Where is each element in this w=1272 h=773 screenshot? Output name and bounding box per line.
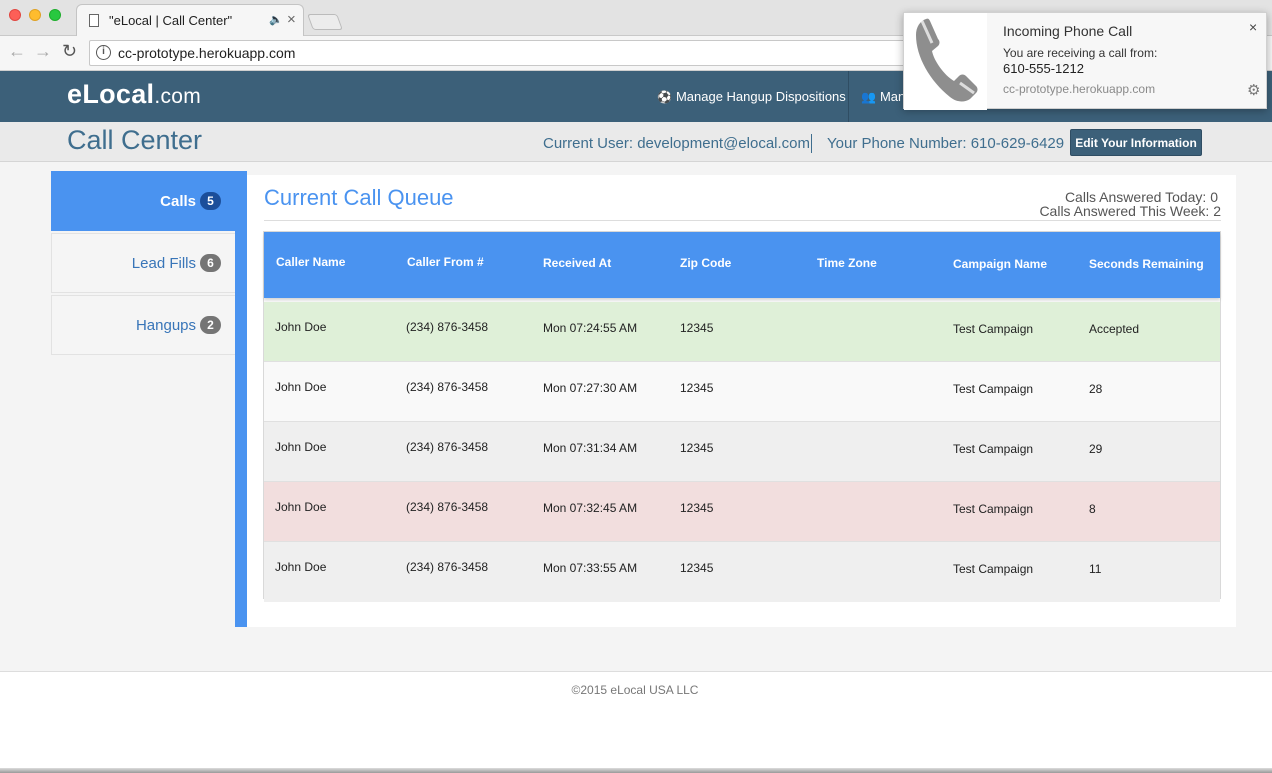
tab-close-icon[interactable]: ×: [287, 11, 296, 28]
logo-suffix: .com: [154, 85, 202, 108]
url-text[interactable]: cc-prototype.herokuapp.com: [118, 45, 295, 61]
back-arrow-icon[interactable]: ←: [8, 41, 26, 62]
sidebar-item-label: Hangups: [135, 316, 196, 334]
column-header: Seconds Remaining: [1089, 257, 1204, 271]
browser-tab[interactable]: "eLocal | Call Center" 🔈 ×: [76, 4, 304, 36]
received-at: Mon 07:32:45 AM: [543, 501, 638, 515]
speaker-icon[interactable]: 🔈: [269, 13, 283, 26]
close-window-button[interactable]: [9, 9, 21, 21]
sidebar-item-label: Calls: [160, 192, 196, 210]
active-tab-indicator: [235, 171, 247, 627]
table-header: Caller Name Caller From # Received At Zi…: [264, 232, 1220, 298]
address-bar[interactable]: i cc-prototype.herokuapp.com: [89, 40, 929, 66]
campaign-name: Test Campaign: [953, 562, 1034, 576]
column-header: Caller From #: [407, 255, 484, 269]
seconds-remaining: 8: [1089, 502, 1096, 516]
sidebar-item-calls[interactable]: Calls 5: [51, 171, 236, 231]
column-header: Zip Code: [680, 256, 732, 270]
soccer-ball-icon: ⚽: [657, 89, 672, 104]
nav-label: Manage Hangup Dispositions: [675, 89, 846, 104]
received-at: Mon 07:33:55 AM: [543, 561, 638, 575]
caller-name: John Doe: [275, 440, 327, 454]
table-row[interactable]: John Doe (234) 876-3458 Mon 07:27:30 AM …: [264, 362, 1220, 422]
table-row[interactable]: John Doe (234) 876-3458 Mon 07:24:55 AM …: [264, 302, 1220, 362]
zip-code: 12345: [680, 501, 714, 515]
received-at: Mon 07:31:34 AM: [543, 441, 638, 455]
sidebar-item-label: Lead Fills: [131, 254, 196, 272]
zip-code: 12345: [680, 381, 714, 395]
close-icon[interactable]: ×: [1249, 19, 1257, 35]
call-queue-table: Caller Name Caller From # Received At Zi…: [263, 231, 1221, 602]
caller-from: (234) 876-3458: [406, 440, 489, 454]
column-header: Received At: [543, 256, 612, 270]
campaign-name: Test Campaign: [953, 442, 1034, 456]
page-icon: [89, 14, 99, 27]
current-user: Current User: development@elocal.com: [543, 135, 811, 152]
page-title: Call Center: [67, 125, 203, 155]
caller-name: John Doe: [275, 560, 327, 574]
tab-title: "eLocal | Call Center": [109, 13, 233, 28]
zip-code: 12345: [680, 441, 714, 455]
count-badge: 2: [200, 316, 221, 334]
nav-manage-hangup-dispositions[interactable]: ⚽ Manage Hangup Dispositions: [645, 71, 847, 122]
caller-name: John Doe: [275, 500, 327, 514]
notification-body: You are receiving a call from:: [1003, 46, 1158, 60]
column-header: Time Zone: [817, 256, 877, 270]
calls-answered-week: Calls Answered This Week: 2: [1039, 203, 1221, 219]
count-badge: 6: [200, 254, 221, 272]
edit-information-button[interactable]: Edit Your Information: [1070, 129, 1202, 156]
caller-from: (234) 876-3458: [406, 380, 489, 394]
zip-code: 12345: [680, 321, 714, 335]
zip-code: 12345: [680, 561, 714, 575]
column-header: Campaign Name: [953, 257, 1048, 271]
count-badge: 5: [200, 192, 221, 210]
notification-origin: cc-prototype.herokuapp.com: [1003, 82, 1156, 96]
table-row[interactable]: John Doe (234) 876-3458 Mon 07:32:45 AM …: [264, 482, 1220, 542]
table-row[interactable]: John Doe (234) 876-3458 Mon 07:33:55 AM …: [264, 542, 1220, 602]
seconds-remaining: 11: [1089, 562, 1102, 576]
campaign-name: Test Campaign: [953, 322, 1034, 336]
incoming-phone-number: 610-555-1212: [1003, 61, 1084, 76]
incoming-call-notification[interactable]: Incoming Phone Call You are receiving a …: [903, 12, 1267, 110]
received-at: Mon 07:24:55 AM: [543, 321, 638, 335]
info-icon[interactable]: i: [96, 45, 111, 60]
reload-icon[interactable]: ↻: [62, 41, 77, 62]
column-header: Caller Name: [276, 255, 346, 269]
logo-main: eLocal: [67, 79, 155, 109]
caller-from: (234) 876-3458: [406, 320, 489, 334]
zoom-window-button[interactable]: [49, 9, 61, 21]
caller-name: John Doe: [275, 380, 327, 394]
campaign-name: Test Campaign: [953, 382, 1034, 396]
sidebar-item-lead-fills[interactable]: Lead Fills 6: [51, 233, 236, 293]
caller-from: (234) 876-3458: [406, 560, 489, 574]
campaign-name: Test Campaign: [953, 502, 1034, 516]
queue-title: Current Call Queue: [264, 185, 454, 210]
seconds-remaining: 29: [1089, 442, 1103, 456]
seconds-remaining: 28: [1089, 382, 1103, 396]
sub-header: Call Center Current User: development@el…: [0, 122, 1272, 162]
footer: ©2015 eLocal USA LLC: [0, 683, 1272, 697]
divider: [264, 220, 1221, 221]
seconds-remaining: Accepted: [1089, 322, 1140, 336]
new-tab-button[interactable]: [307, 14, 343, 30]
caller-name: John Doe: [275, 320, 327, 334]
gear-icon[interactable]: ⚙: [1247, 81, 1260, 99]
sidebar-item-hangups[interactable]: Hangups 2: [51, 295, 236, 355]
notification-title: Incoming Phone Call: [1003, 23, 1133, 39]
received-at: Mon 07:27:30 AM: [543, 381, 638, 395]
elocal-logo[interactable]: eLocal.com: [67, 79, 201, 110]
forward-arrow-icon[interactable]: →: [34, 41, 52, 62]
phone-number: Your Phone Number: 610-629-6429: [827, 135, 1065, 152]
table-row[interactable]: John Doe (234) 876-3458 Mon 07:31:34 AM …: [264, 422, 1220, 482]
phone-icon: [904, 13, 987, 110]
minimize-window-button[interactable]: [29, 9, 41, 21]
users-icon: 👥: [861, 89, 876, 104]
nav-manage[interactable]: 👥 Manage: [848, 71, 908, 122]
window-bottom-edge: [0, 768, 1272, 773]
divider: [811, 134, 812, 153]
copyright: ©2015 eLocal USA LLC: [571, 683, 699, 697]
caller-from: (234) 876-3458: [406, 500, 489, 514]
